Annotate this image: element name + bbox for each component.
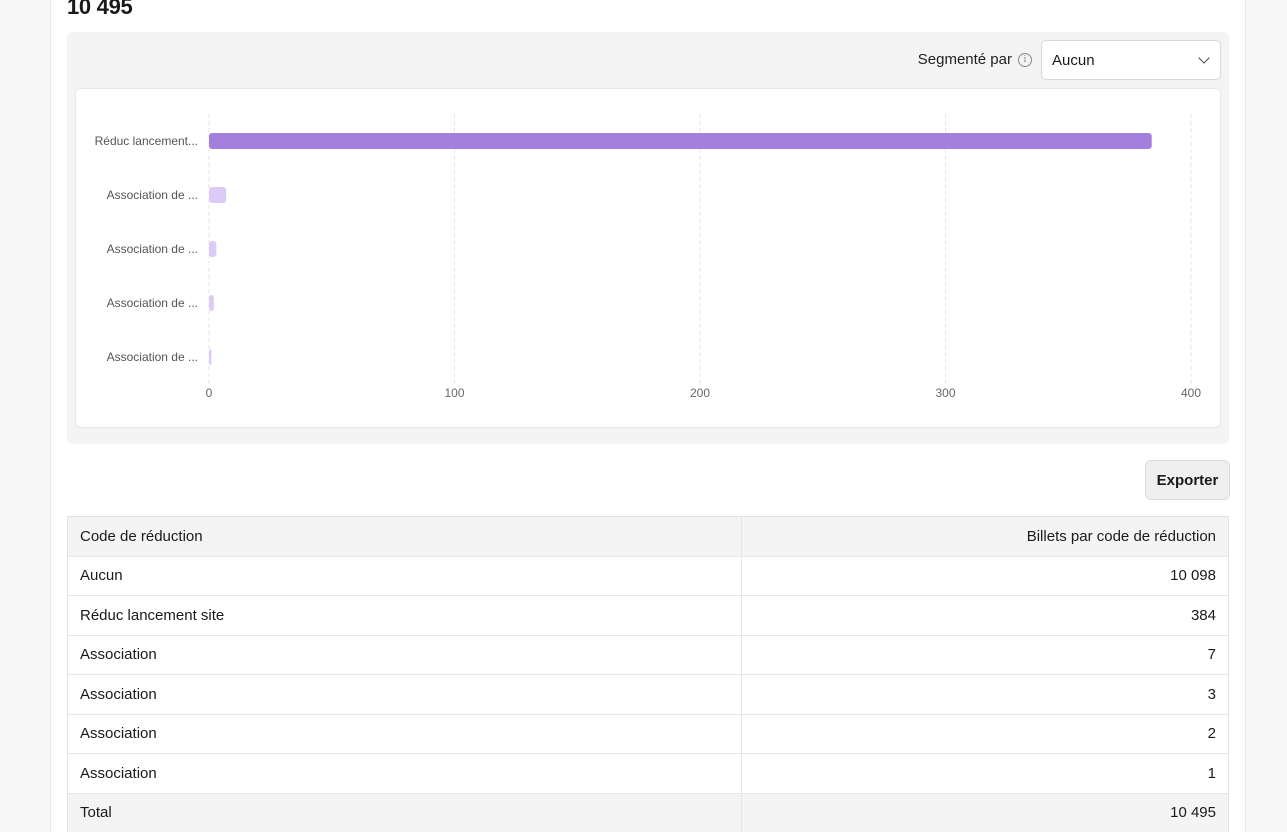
cell-code: Association <box>67 714 742 754</box>
table-header-row: Code de réduction Billets par code de ré… <box>67 516 1229 557</box>
y-category-label: Association de ... <box>107 296 198 310</box>
table-row: Association 3 <box>67 674 1229 715</box>
x-tick-label: 200 <box>690 386 710 400</box>
table-total-row: Total 10 495 <box>67 793 1229 832</box>
column-header-code[interactable]: Code de réduction <box>67 516 742 557</box>
total-tickets-value: 10 495 <box>67 0 133 19</box>
segment-label-text: Segmenté par <box>917 51 1012 68</box>
table-row: Association 2 <box>67 714 1229 754</box>
page-content: 10 495 Segmenté par i Aucun 0 100 200 300 40… <box>50 0 1246 832</box>
cell-code: Aucun <box>67 556 742 596</box>
bar-chart: 0 100 200 300 400 Réduc lancement... Associati… <box>75 88 1221 428</box>
cell-code: Réduc lancement site <box>67 595 742 636</box>
column-header-tickets[interactable]: Billets par code de réduction <box>741 516 1229 557</box>
x-tick-label: 0 <box>206 386 213 400</box>
bar-chart-svg: 0 100 200 300 400 Réduc lancement... Associati… <box>95 114 1201 400</box>
y-category-label: Réduc lancement... <box>95 134 198 148</box>
y-category-label: Association de ... <box>107 242 198 256</box>
table-row: Association 7 <box>67 635 1229 675</box>
chart-panel: Segmenté par i Aucun 0 100 200 300 400 Réduc … <box>67 32 1229 444</box>
bar <box>209 241 217 257</box>
cell-code: Association <box>67 753 742 794</box>
cell-tickets: 384 <box>741 595 1229 636</box>
total-value: 10 495 <box>741 793 1229 832</box>
bar <box>209 295 214 311</box>
y-category-label: Association de ... <box>107 188 198 202</box>
bar <box>209 187 227 203</box>
chevron-down-icon <box>1198 52 1210 64</box>
cell-tickets: 7 <box>741 635 1229 675</box>
total-label: Total <box>67 793 742 832</box>
discount-table: Code de réduction Billets par code de ré… <box>67 516 1229 832</box>
table-row: Réduc lancement site 384 <box>67 595 1229 636</box>
segment-select[interactable]: Aucun <box>1041 40 1221 80</box>
bar <box>209 349 212 365</box>
cell-tickets: 2 <box>741 714 1229 754</box>
x-tick-label: 300 <box>935 386 955 400</box>
cell-tickets: 1 <box>741 753 1229 794</box>
y-category-label: Association de ... <box>107 350 198 364</box>
export-button[interactable]: Exporter <box>1145 460 1230 500</box>
cell-code: Association <box>67 635 742 675</box>
bar <box>209 133 1152 149</box>
table-row: Association 1 <box>67 753 1229 794</box>
info-icon[interactable]: i <box>1018 52 1032 67</box>
segment-select-value: Aucun <box>1052 51 1095 69</box>
x-tick-label: 100 <box>444 386 464 400</box>
x-tick-label: 400 <box>1181 386 1201 400</box>
segment-label: Segmenté par i <box>918 51 1032 68</box>
table-row: Aucun 10 098 <box>67 556 1229 596</box>
cell-tickets: 10 098 <box>741 556 1229 596</box>
cell-tickets: 3 <box>741 674 1229 715</box>
cell-code: Association <box>67 674 742 715</box>
